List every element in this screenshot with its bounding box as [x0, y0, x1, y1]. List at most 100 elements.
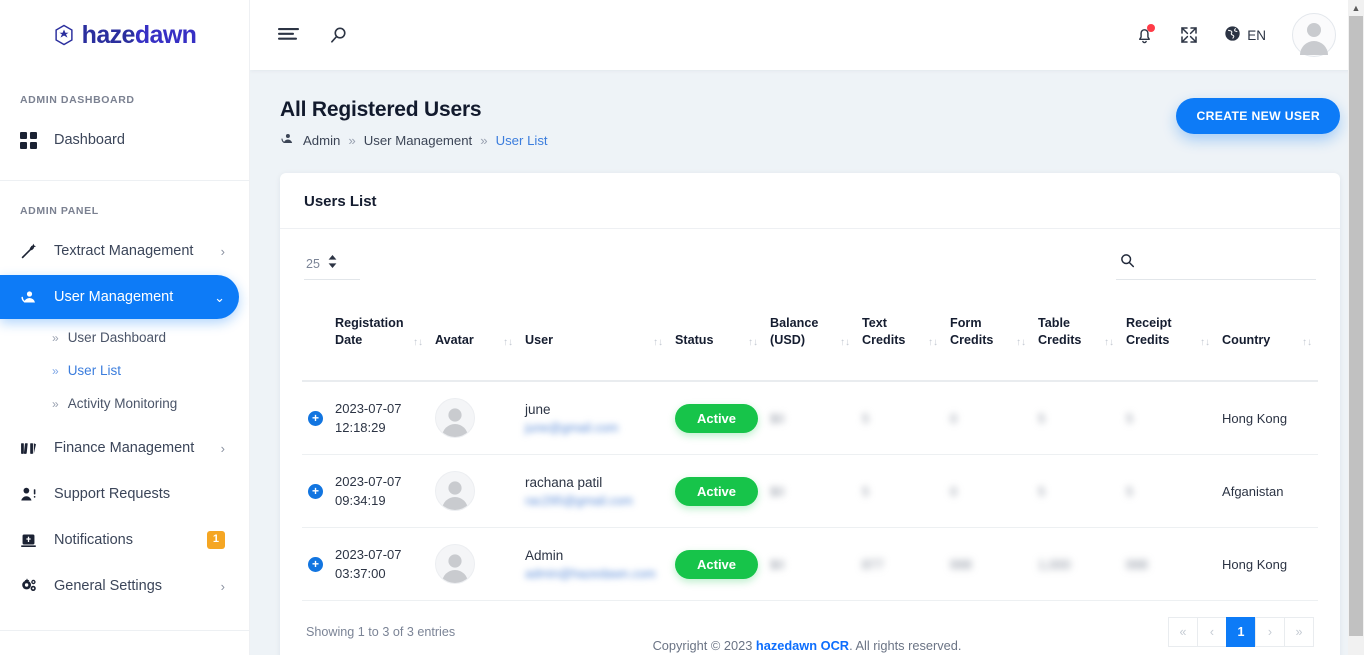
- scrollbar-thumb[interactable]: [1349, 16, 1363, 636]
- sort-icon[interactable]: ↑↓: [748, 338, 758, 349]
- cell-user: Admin admin@hazedawn.com: [519, 527, 669, 601]
- sidebar-item-dashboard[interactable]: Dashboard: [0, 118, 239, 162]
- th-receipt-credits[interactable]: Receipt Credits ↑↓: [1120, 286, 1217, 382]
- th-table-credits[interactable]: Table Credits ↑↓: [1032, 286, 1121, 382]
- cell-form-credits: 0: [944, 454, 1033, 528]
- status-badge: Active: [675, 549, 759, 579]
- sidebar-item-label: Notifications: [54, 532, 133, 548]
- sort-icon[interactable]: ↑↓: [928, 338, 938, 349]
- page-length-select[interactable]: 25: [304, 251, 360, 280]
- scroll-up-arrow[interactable]: ▲: [1348, 0, 1364, 16]
- sort-icon[interactable]: ↑↓: [503, 338, 513, 349]
- sort-icon[interactable]: ↑↓: [413, 338, 423, 349]
- th-status[interactable]: Status ↑↓: [669, 286, 765, 382]
- cell-balance: $0: [764, 527, 857, 601]
- sidebar-item-general-settings[interactable]: General Settings ›: [0, 564, 239, 608]
- sidebar-subitem-activity-monitoring[interactable]: » Activity Monitoring: [0, 387, 249, 420]
- table-row: + 2023-07-07 09:34:19 rachana patil rac2…: [302, 454, 1318, 528]
- sort-icon[interactable]: ↑↓: [1016, 338, 1026, 349]
- sidebar-subitem-user-dashboard[interactable]: » User Dashboard: [0, 321, 249, 354]
- sidebar-item-label: General Settings: [54, 578, 163, 594]
- chevron-right-icon: ›: [220, 578, 225, 594]
- user-alert-icon: [20, 486, 46, 503]
- search-icon[interactable]: [329, 26, 348, 45]
- sidebar-item-notifications[interactable]: Notifications 1: [0, 518, 239, 562]
- table-search[interactable]: [1116, 249, 1319, 280]
- browser-scrollbar[interactable]: ▲: [1348, 0, 1364, 655]
- hexagon-star-icon: [53, 24, 75, 46]
- sidebar-item-user-management[interactable]: User Management ⌄: [0, 275, 239, 319]
- table-row: + 2023-07-07 03:37:00 Admin admin@hazeda…: [302, 527, 1318, 601]
- card-title: Users List: [304, 193, 377, 210]
- user-name: june: [525, 401, 551, 417]
- cell-country: Hong Kong: [1216, 381, 1318, 455]
- th-user[interactable]: User ↑↓: [519, 286, 669, 382]
- brand-name-part2: dawn: [134, 20, 197, 49]
- sort-icon[interactable]: ↑↓: [1302, 338, 1312, 349]
- sidebar-item-finance-management[interactable]: Finance Management ›: [0, 426, 239, 470]
- brand-logo[interactable]: hazedawn: [0, 0, 249, 70]
- sort-icon[interactable]: ↑↓: [653, 338, 663, 349]
- th-label: Country: [1222, 333, 1271, 347]
- th-label: Avatar: [435, 333, 474, 347]
- cell-table-credits: 5: [1032, 454, 1121, 528]
- gears-icon: [20, 577, 46, 595]
- sidebar-item-textract-management[interactable]: Textract Management ›: [0, 229, 239, 273]
- language-selector[interactable]: EN: [1224, 25, 1266, 45]
- user-name: rachana patil: [525, 474, 603, 490]
- user-avatar-icon: [435, 398, 475, 438]
- breadcrumb-middle[interactable]: User Management: [364, 133, 472, 148]
- search-icon: [1120, 253, 1135, 273]
- content-area: All Registered Users Admin » User Manage…: [250, 70, 1364, 655]
- magic-wand-icon: [20, 243, 46, 260]
- th-expand: [302, 286, 329, 382]
- grid-dashboard-icon: [20, 131, 46, 149]
- avatar[interactable]: [1292, 13, 1336, 57]
- th-text-credits[interactable]: Text Credits ↑↓: [856, 286, 945, 382]
- bell-icon[interactable]: [1135, 24, 1156, 45]
- users-list-card: Users List 25 Registation Date ↑↓ Avatar…: [280, 173, 1340, 655]
- topbar: EN: [250, 0, 1364, 70]
- user-avatar-icon: [435, 544, 475, 584]
- expand-row-icon[interactable]: +: [308, 556, 323, 572]
- table-toolbar: 25: [302, 239, 1319, 286]
- language-label: EN: [1247, 27, 1266, 43]
- expand-fullscreen-icon[interactable]: [1180, 26, 1198, 44]
- cell-expand[interactable]: +: [302, 527, 329, 601]
- expand-row-icon[interactable]: +: [308, 483, 323, 499]
- hamburger-menu-icon[interactable]: [278, 27, 299, 43]
- sidebar-item-label: User Management: [54, 289, 174, 305]
- chevron-right-icon: ›: [220, 243, 225, 259]
- cell-user: june june@gmail.com: [519, 381, 669, 455]
- expand-row-icon[interactable]: +: [308, 410, 323, 426]
- sidebar-item-label: Support Requests: [54, 486, 171, 502]
- cell-registration-date: 2023-07-07 09:34:19: [329, 454, 429, 528]
- entries-info: Showing 1 to 3 of 3 entries: [306, 625, 456, 639]
- th-registration-date[interactable]: Registation Date ↑↓: [329, 286, 429, 382]
- sort-icon[interactable]: ↑↓: [840, 338, 850, 349]
- breadcrumb-current[interactable]: User List: [496, 133, 548, 148]
- th-country[interactable]: Country ↑↓: [1216, 286, 1318, 382]
- create-new-user-button[interactable]: CREATE NEW USER: [1176, 98, 1340, 134]
- cell-text-credits: 5: [856, 454, 945, 528]
- page-header: All Registered Users Admin » User Manage…: [280, 98, 1340, 149]
- th-label: User: [525, 333, 554, 347]
- sidebar-subitem-user-list[interactable]: » User List: [0, 354, 249, 387]
- footer-link[interactable]: hazedawn OCR: [756, 638, 849, 653]
- chevron-right-icon: ›: [220, 440, 225, 456]
- th-avatar[interactable]: Avatar ↑↓: [429, 286, 519, 382]
- th-balance-usd[interactable]: Balance (USD) ↑↓: [764, 286, 857, 382]
- cell-text-credits: 877: [856, 527, 945, 601]
- th-label: Receipt Credits: [1126, 316, 1172, 347]
- bell-box-icon: [20, 532, 46, 549]
- chevron-down-icon: ⌄: [214, 289, 225, 305]
- breadcrumb-root[interactable]: Admin: [303, 133, 340, 148]
- footer-suffix: . All rights reserved.: [849, 638, 962, 653]
- sidebar-item-support-requests[interactable]: Support Requests: [0, 472, 239, 516]
- sort-icon[interactable]: ↑↓: [1104, 338, 1114, 349]
- cell-expand[interactable]: +: [302, 381, 329, 455]
- search-input[interactable]: [1143, 255, 1319, 271]
- th-form-credits[interactable]: Form Credits ↑↓: [944, 286, 1033, 382]
- cell-expand[interactable]: +: [302, 454, 329, 528]
- sort-icon[interactable]: ↑↓: [1200, 338, 1210, 349]
